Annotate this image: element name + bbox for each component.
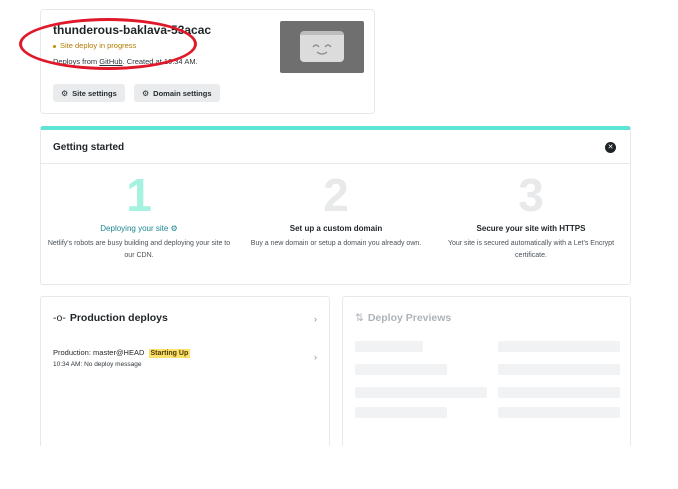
deploy-row-meta: 10:34 AM: No deploy message (53, 361, 142, 368)
github-link[interactable]: GitHub (99, 57, 122, 66)
deploy-row-title[interactable]: Production: master@HEAD Starting Up (53, 348, 191, 358)
skeleton-line (355, 387, 487, 398)
step-number: 2 (323, 169, 349, 221)
getting-started-header: Getting started ✕ (41, 130, 630, 164)
domain-settings-button[interactable]: ⚙ Domain settings (134, 84, 220, 102)
site-meta-suffix: . Created at 10:34 AM. (122, 57, 198, 66)
skeleton-line (498, 387, 620, 398)
site-meta-prefix: Deploys from (53, 57, 100, 66)
deploy-previews-card: ⇅ Deploy Previews (342, 296, 631, 446)
production-deploys-card: -o- Production deploys › Production: mast… (40, 296, 330, 446)
step-https: 3 Secure your site with HTTPS Your site … (436, 170, 626, 262)
status-dot-icon (53, 44, 56, 48)
step-description: Your site is secured automatically with … (447, 240, 615, 259)
deploy-previews-title[interactable]: ⇅ Deploy Previews (355, 312, 451, 324)
step-description: Netlify's robots are busy building and d… (47, 240, 231, 259)
step-number: 1 (126, 169, 152, 221)
gear-icon: ⚙ (61, 88, 69, 98)
step-title-https[interactable]: Secure your site with HTTPS (436, 224, 626, 233)
site-preview-thumbnail[interactable] (280, 21, 364, 73)
skeleton-line (355, 341, 423, 352)
domain-settings-label: Domain settings (153, 88, 212, 98)
site-settings-label: Site settings (72, 88, 117, 98)
step-deploy: 1 Deploying your site ⚙ Netlify's robots… (44, 170, 234, 262)
gear-spinner-icon: ⚙ (170, 224, 178, 233)
skeleton-line (355, 364, 447, 375)
step-title-domain[interactable]: Set up a custom domain (241, 224, 431, 233)
skeleton-line (355, 407, 447, 418)
getting-started-title: Getting started (53, 142, 125, 153)
commit-icon: -o- (53, 312, 66, 324)
skeleton-line (498, 364, 620, 375)
gear-icon: ⚙ (142, 88, 150, 98)
status-badge: Starting Up (148, 349, 191, 358)
skeleton-line (498, 341, 620, 352)
close-icon[interactable]: ✕ (605, 142, 616, 153)
production-deploys-title[interactable]: -o- Production deploys (53, 312, 168, 324)
deploy-status-text: Site deploy in progress (60, 41, 137, 50)
pull-request-icon: ⇅ (355, 312, 364, 324)
chevron-right-icon[interactable]: › (314, 314, 317, 324)
step-number: 3 (518, 169, 544, 221)
site-meta: Deploys from GitHub. Created at 10:34 AM… (53, 57, 198, 66)
site-card: thunderous-baklava-53acac Site deploy in… (40, 9, 375, 114)
chevron-right-icon[interactable]: › (314, 352, 317, 362)
getting-started-card: Getting started ✕ 1 Deploying your site … (40, 126, 631, 285)
skeleton-line (498, 407, 620, 418)
step-description: Buy a new domain or setup a domain you a… (250, 240, 422, 247)
step-domain: 2 Set up a custom domain Buy a new domai… (241, 170, 431, 250)
step-title-deploying[interactable]: Deploying your site ⚙ (44, 224, 234, 233)
site-settings-button[interactable]: ⚙ Site settings (53, 84, 125, 102)
deploy-status: Site deploy in progress (53, 41, 136, 50)
site-name[interactable]: thunderous-baklava-53acac (53, 23, 211, 37)
placeholder-face-icon (300, 31, 344, 62)
